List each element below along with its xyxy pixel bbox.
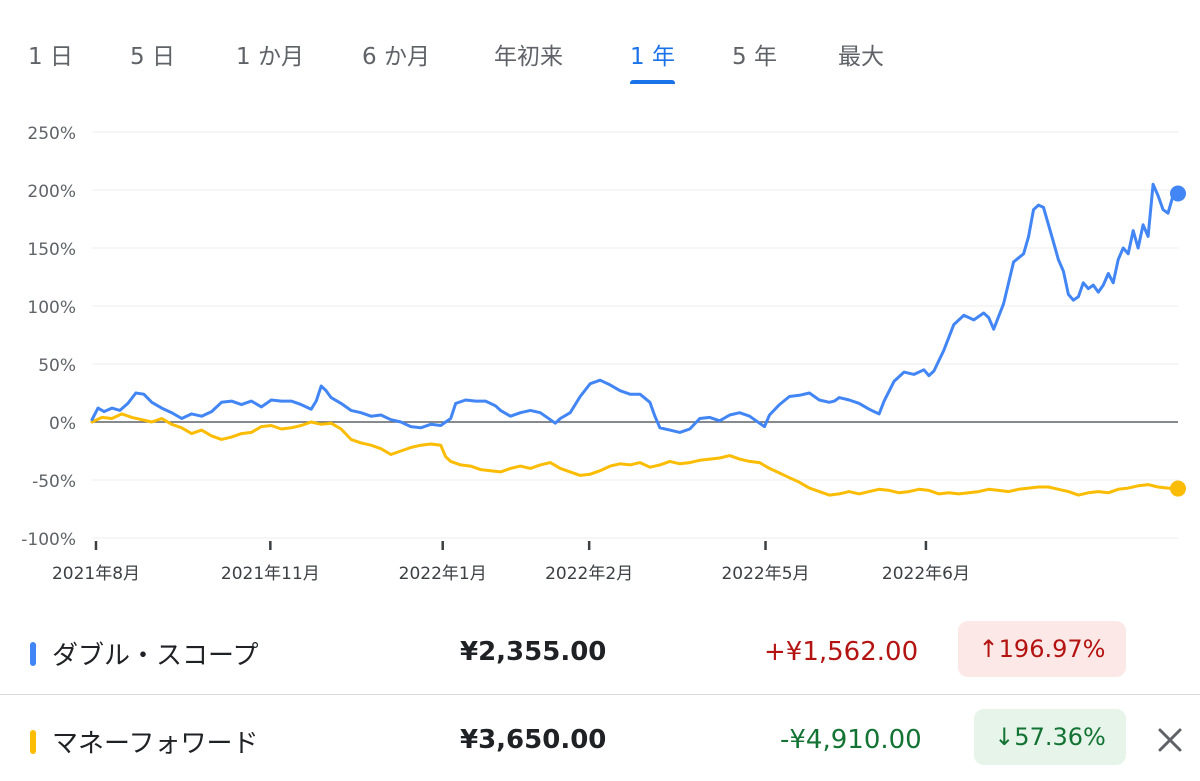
tab-max[interactable]: 最大	[838, 32, 884, 82]
y-tick-label: -100%	[21, 530, 76, 550]
percent-change-badge: ↑196.97%	[958, 621, 1126, 677]
x-tick-label: 2022年5月	[721, 564, 809, 584]
tab-1y[interactable]: 1 年	[630, 32, 675, 84]
x-tick-label: 2022年2月	[545, 564, 633, 584]
y-tick-label: 100%	[27, 298, 76, 318]
series-line-double-scope	[90, 182, 1180, 434]
series-name: マネーフォワード	[52, 729, 259, 759]
time-range-tabs: 1 日 5 日 1 か月 6 か月 年初来 1 年 5 年 最大	[0, 32, 1200, 92]
y-tick-label: -50%	[32, 472, 76, 492]
y-tick-label: 250%	[27, 124, 76, 144]
series-price: ¥3,650.00	[460, 725, 607, 755]
percent-change-badge: ↓57.36%	[974, 709, 1126, 765]
series-change: -¥4,910.00	[780, 725, 922, 755]
remove-comparison-button[interactable]	[1152, 725, 1188, 761]
series-price: ¥2,355.00	[460, 637, 607, 667]
x-tick-label: 2022年6月	[882, 564, 970, 584]
y-tick-label: 0%	[49, 414, 76, 434]
tab-5d[interactable]: 5 日	[130, 32, 175, 82]
tab-5y[interactable]: 5 年	[732, 32, 777, 82]
y-tick-label: 150%	[27, 240, 76, 260]
series-name: ダブル・スコープ	[52, 641, 259, 671]
tab-1m[interactable]: 1 か月	[236, 32, 304, 82]
performance-chart[interactable]: -100% -50% 0% 50% 100% 150% 200% 250% 2021年8月 202…	[0, 105, 1200, 595]
y-tick-label: 200%	[27, 182, 76, 202]
tab-6m[interactable]: 6 か月	[362, 32, 430, 82]
x-tick-label: 2022年1月	[399, 564, 487, 584]
series-line-money-forward	[90, 412, 1180, 497]
series-swatch	[30, 730, 36, 754]
tab-ytd[interactable]: 年初来	[494, 32, 563, 82]
series-end-marker	[1170, 480, 1186, 497]
x-tick-label: 2021年11月	[221, 564, 320, 584]
legend-row-double-scope[interactable]: ダブル・スコープ ¥2,355.00 +¥1,562.00 ↑196.97%	[0, 607, 1200, 693]
series-swatch	[30, 642, 36, 666]
y-tick-label: 50%	[38, 356, 76, 376]
active-tab-indicator	[630, 80, 675, 84]
tab-1d[interactable]: 1 日	[28, 32, 73, 82]
legend-row-money-forward[interactable]: マネーフォワード ¥3,650.00 -¥4,910.00 ↓57.36%	[0, 694, 1200, 781]
x-tick-label: 2021年8月	[52, 564, 140, 584]
series-end-marker	[1170, 185, 1186, 202]
series-change: +¥1,562.00	[764, 637, 919, 667]
close-icon	[1158, 728, 1182, 752]
